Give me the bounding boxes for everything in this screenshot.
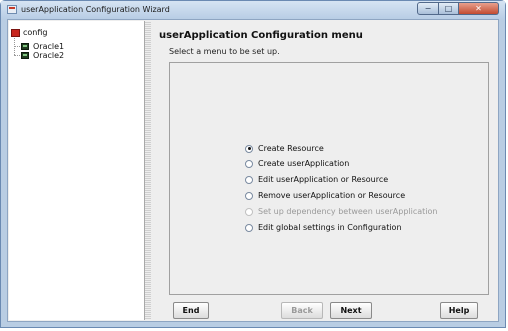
- option-edit-userapplication[interactable]: Edit userApplication or Resource: [245, 175, 388, 184]
- radio-icon[interactable]: [245, 223, 253, 232]
- radio-icon[interactable]: [245, 159, 253, 168]
- close-button[interactable]: ✕: [459, 2, 499, 15]
- option-label: Set up dependency between userApplicatio…: [258, 207, 438, 216]
- resource-icon: [21, 43, 29, 50]
- tree-node-config[interactable]: config: [11, 28, 47, 37]
- menu-pane: userApplication Configuration menu Selec…: [153, 20, 498, 321]
- tree-node-label: Oracle2: [33, 51, 65, 60]
- option-create-resource[interactable]: Create Resource: [245, 144, 324, 153]
- option-label: Remove userApplication or Resource: [258, 191, 406, 200]
- option-label: Edit global settings in Configuration: [258, 223, 402, 232]
- config-tree: config Oracle1 Oracle2: [9, 21, 145, 320]
- tree-node-label: config: [23, 28, 48, 37]
- maximize-button[interactable]: □: [439, 2, 459, 15]
- radio-icon[interactable]: [245, 191, 253, 200]
- menu-options-panel: Create Resource Create userApplication E…: [169, 62, 489, 295]
- window-title: userApplication Configuration Wizard: [21, 5, 170, 14]
- end-button[interactable]: End: [173, 302, 209, 319]
- app-icon: [7, 5, 17, 14]
- folder-icon: [11, 28, 20, 37]
- tree-connector: [14, 46, 20, 47]
- radio-disabled-icon: [245, 207, 253, 216]
- option-label: Edit userApplication or Resource: [258, 175, 389, 184]
- tree-node-label: Oracle1: [33, 42, 65, 51]
- wizard-window: userApplication Configuration Wizard − □…: [0, 0, 506, 328]
- wizard-body: config Oracle1 Oracle2 userApplication C…: [7, 19, 499, 322]
- option-label: Create userApplication: [258, 159, 350, 168]
- option-label: Create Resource: [258, 144, 324, 153]
- page-subtitle: Select a menu to be set up.: [169, 47, 280, 56]
- tree-node-oracle1[interactable]: Oracle1: [21, 42, 64, 51]
- option-remove-userapplication[interactable]: Remove userApplication or Resource: [245, 191, 405, 200]
- radio-selected-icon[interactable]: [245, 144, 253, 153]
- help-button[interactable]: Help: [440, 302, 478, 319]
- radio-icon[interactable]: [245, 175, 253, 184]
- option-setup-dependency: Set up dependency between userApplicatio…: [245, 207, 437, 216]
- window-controls: − □ ✕: [417, 2, 499, 15]
- back-button: Back: [281, 302, 323, 319]
- next-button[interactable]: Next: [330, 302, 372, 319]
- option-create-userapplication[interactable]: Create userApplication: [245, 159, 349, 168]
- option-edit-global-settings[interactable]: Edit global settings in Configuration: [245, 223, 402, 232]
- pane-splitter[interactable]: [145, 21, 151, 320]
- tree-connector: [14, 55, 20, 56]
- page-title: userApplication Configuration menu: [159, 30, 363, 41]
- title-bar[interactable]: userApplication Configuration Wizard − □…: [1, 1, 505, 19]
- tree-node-oracle2[interactable]: Oracle2: [21, 51, 64, 60]
- minimize-button[interactable]: −: [417, 2, 439, 15]
- resource-icon: [21, 52, 29, 59]
